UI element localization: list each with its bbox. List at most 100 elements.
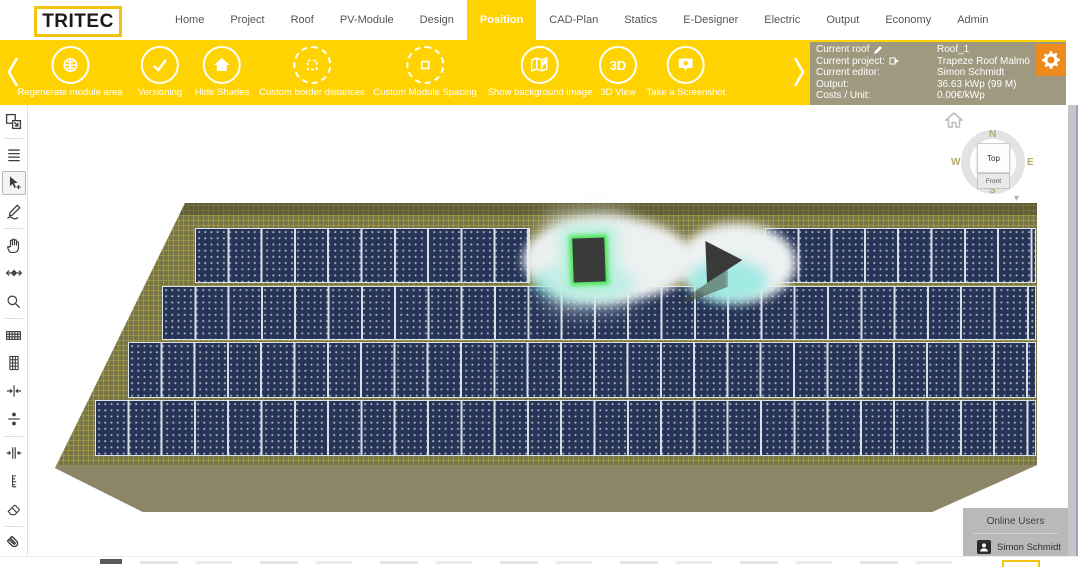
status-bar [0, 556, 1080, 567]
info-label: Current roof [816, 44, 869, 56]
module-row-1-right[interactable] [765, 228, 1036, 283]
nav-project[interactable]: Project [217, 0, 277, 40]
info-label: Current project: [816, 56, 885, 68]
nav-electric[interactable]: Electric [751, 0, 813, 40]
custom-module-spacing-button[interactable]: Custom Module Spacing [373, 46, 477, 98]
vertical-spacing-tool[interactable] [2, 407, 26, 431]
info-value: 0.00€/kWp [937, 90, 1060, 102]
module-grid-tool[interactable] [2, 351, 26, 375]
main-menu: Home Project Roof PV-Module Design Posit… [162, 0, 1001, 40]
check-icon [141, 46, 179, 84]
gear-icon [1041, 50, 1061, 70]
toolbar-corner-spacer [1066, 40, 1080, 105]
3d-view-button[interactable]: 3D 3D View [599, 46, 637, 98]
sidebar-divider [5, 436, 23, 437]
module-row-3[interactable] [128, 342, 1036, 398]
toolbar-scroll-right-icon[interactable] [790, 54, 808, 90]
hand-pan-tool[interactable] [2, 233, 26, 257]
layers-tool[interactable] [2, 109, 26, 133]
info-row: Current roof Roof_1 [816, 44, 1060, 56]
nav-roof[interactable]: Roof [278, 0, 327, 40]
current-roof-info-panel: Current roof Roof_1 Current project: Tra… [810, 42, 1066, 105]
toolbar-button-label: Versioning [138, 87, 182, 98]
roof-design-canvas[interactable]: N E S W Top Front ▾ [28, 105, 1080, 556]
module-row-1-left[interactable] [195, 228, 530, 283]
top-nav: TRITEC Home Project Roof PV-Module Desig… [0, 0, 1080, 40]
info-label: Output: [816, 79, 937, 91]
info-row: Current project: Trapeze Roof Malmö [816, 56, 1060, 68]
keyboard-grid-tool[interactable] [2, 323, 26, 347]
camera-bubble-icon [667, 46, 705, 84]
module-row-4[interactable] [95, 400, 1036, 456]
list-tool[interactable] [2, 143, 26, 167]
take-screenshot-button[interactable]: Take a Screenshot [647, 46, 726, 98]
nav-design[interactable]: Design [407, 0, 467, 40]
toolbar-button-label: Take a Screenshot [647, 87, 726, 98]
draw-tool[interactable] [2, 199, 26, 223]
tritec-watermark [1002, 560, 1040, 567]
vertical-scrollbar[interactable] [1068, 105, 1078, 567]
info-label: Current editor: [816, 67, 937, 79]
switch-project-icon[interactable] [889, 56, 900, 66]
tool-sidebar [0, 105, 28, 556]
ruler-tool[interactable] [2, 469, 26, 493]
toolbar-button-label: Hide Shades [195, 87, 249, 98]
user-avatar-icon [977, 540, 991, 554]
map-icon [521, 46, 559, 84]
3d-icon: 3D [599, 46, 637, 84]
online-user-row[interactable]: Simon Schmidt [963, 534, 1068, 554]
compass-east[interactable]: E [1027, 157, 1034, 168]
sidebar-divider [5, 228, 23, 229]
info-label: Costs / Unit: [816, 90, 937, 102]
magnet-snap-tool[interactable] [2, 531, 26, 555]
status-bar-fragment [100, 559, 122, 564]
toolbar-button-label: Custom border distances [259, 87, 365, 98]
nav-pv-module[interactable]: PV-Module [327, 0, 407, 40]
nav-cad-plan[interactable]: CAD-Plan [536, 0, 611, 40]
nav-economy[interactable]: Economy [872, 0, 944, 40]
view-top-button[interactable]: Top [977, 143, 1010, 173]
nav-statics[interactable]: Statics [611, 0, 670, 40]
toolbar-button-label: Show background image [488, 87, 593, 98]
online-user-name: Simon Schmidt [997, 542, 1061, 553]
compass-north[interactable]: N [989, 129, 996, 140]
edit-roof-icon[interactable] [873, 45, 883, 55]
shade-object-square[interactable] [572, 237, 606, 282]
nav-output[interactable]: Output [813, 0, 872, 40]
hide-shades-button[interactable]: Hide Shades [195, 46, 249, 98]
nav-admin[interactable]: Admin [944, 0, 1001, 40]
sidebar-divider [5, 138, 23, 139]
select-move-tool[interactable] [2, 171, 26, 195]
compass-west[interactable]: W [951, 157, 960, 168]
roof-bottom-border [28, 465, 1080, 512]
info-row: Costs / Unit: 0.00€/kWp [816, 90, 1060, 102]
house-icon [203, 46, 241, 84]
nav-home[interactable]: Home [162, 0, 217, 40]
tritec-logo[interactable]: TRITEC [34, 6, 122, 37]
toolbar-button-label: Regenerate module area [17, 87, 122, 98]
move-view-tool[interactable] [2, 261, 26, 285]
versioning-button[interactable]: Versioning [138, 46, 182, 98]
nav-position[interactable]: Position [467, 0, 536, 40]
custom-border-distances-button[interactable]: Custom border distances [259, 46, 365, 98]
nav-e-designer[interactable]: E-Designer [670, 0, 751, 40]
show-background-image-button[interactable]: Show background image [488, 46, 593, 98]
settings-button[interactable] [1036, 44, 1066, 76]
regenerate-icon [51, 46, 89, 84]
view-front-button[interactable]: Front [977, 173, 1010, 189]
zoom-tool[interactable] [2, 289, 26, 313]
online-users-title: Online Users [963, 508, 1068, 527]
sidebar-divider [5, 318, 23, 319]
eraser-tool[interactable] [2, 497, 26, 521]
status-bar-text-fragments [140, 561, 980, 564]
dashed-border-icon [293, 46, 331, 84]
horizontal-spacing-tool[interactable] [2, 379, 26, 403]
toolbar-button-label: Custom Module Spacing [373, 87, 477, 98]
home-view-icon[interactable] [945, 112, 963, 128]
info-row: Current editor: Simon Schmidt [816, 67, 1060, 79]
dashed-spacing-icon [406, 46, 444, 84]
column-spacing-tool[interactable] [2, 441, 26, 465]
chevron-down-icon[interactable]: ▾ [1014, 193, 1019, 204]
regenerate-module-area-button[interactable]: Regenerate module area [17, 46, 122, 98]
sidebar-divider [5, 526, 23, 527]
